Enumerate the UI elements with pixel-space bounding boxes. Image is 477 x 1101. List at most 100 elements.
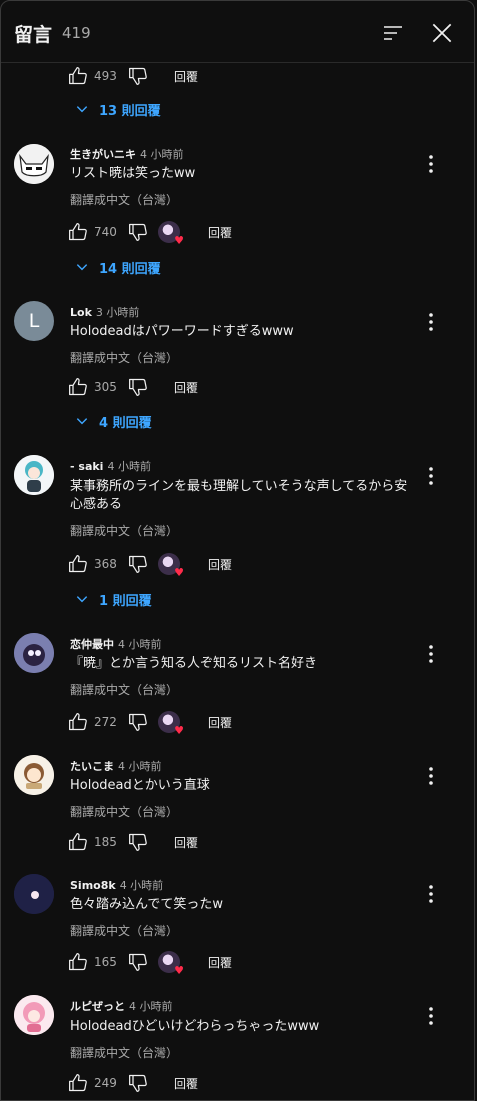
more-options-icon[interactable] <box>419 152 443 176</box>
comments-panel: 留言 419 493 回覆 13 則回覆 生きがいニキ 4 小時前 リスト暁は笑… <box>0 0 475 1101</box>
view-replies-toggle[interactable]: 1 則回覆 <box>75 589 152 609</box>
dislike-icon[interactable] <box>128 1073 148 1093</box>
reply-button[interactable]: 回覆 <box>174 1075 198 1092</box>
more-options-icon[interactable] <box>419 882 443 906</box>
comment-time[interactable]: 4 小時前 <box>140 148 184 161</box>
more-options-icon[interactable] <box>419 310 443 334</box>
avatar[interactable] <box>14 633 54 673</box>
avatar[interactable] <box>14 995 54 1035</box>
more-options-icon[interactable] <box>419 764 443 788</box>
like-count: 493 <box>94 69 117 83</box>
character-avatar-icon <box>14 874 54 914</box>
translate-link[interactable]: 翻譯成中文（台灣） <box>70 803 178 820</box>
comment-author[interactable]: たいこま <box>70 760 114 773</box>
translate-link[interactable]: 翻譯成中文（台灣） <box>70 681 178 698</box>
top-thread-actions: 493 回覆 <box>68 65 198 87</box>
like-icon[interactable] <box>68 952 88 972</box>
creator-heart-badge: ♥ <box>158 221 184 246</box>
like-icon[interactable] <box>68 377 88 397</box>
character-avatar-icon <box>14 633 54 673</box>
heart-icon: ♥ <box>174 566 184 579</box>
like-count: 272 <box>94 715 117 729</box>
like-icon[interactable] <box>68 222 88 242</box>
comment-time[interactable]: 3 小時前 <box>96 306 140 319</box>
comment-author[interactable]: Simo8k <box>70 879 116 892</box>
like-icon[interactable] <box>68 1073 88 1093</box>
dislike-icon[interactable] <box>128 66 148 86</box>
more-options-icon[interactable] <box>419 464 443 488</box>
reply-button[interactable]: 回覆 <box>174 379 198 396</box>
comment-actions: 740 ♥ 回覆 <box>68 221 232 246</box>
comment-text: Holodeadひどいけどわらっちゃったwww <box>70 1019 320 1034</box>
comment-time[interactable]: 4 小時前 <box>120 879 164 892</box>
comment-actions: 305 回覆 <box>68 376 198 398</box>
dislike-icon[interactable] <box>128 712 148 732</box>
sort-icon[interactable] <box>381 21 405 45</box>
dislike-icon[interactable] <box>128 222 148 242</box>
cat-avatar-icon <box>14 144 54 184</box>
translate-link[interactable]: 翻譯成中文（台灣） <box>70 922 178 939</box>
comment-actions: 185 回覆 <box>68 831 198 853</box>
chevron-down-icon <box>76 596 88 603</box>
comment-actions: 165 ♥ 回覆 <box>68 951 232 977</box>
chevron-down-icon <box>76 106 88 113</box>
comment-text: 色々踏み込んでて笑ったw <box>70 897 223 912</box>
comment-time[interactable]: 4 小時前 <box>129 1000 173 1013</box>
comment-time[interactable]: 4 小時前 <box>107 460 151 473</box>
heart-icon: ♥ <box>174 724 184 737</box>
comment-author[interactable]: 生きがいニキ <box>70 148 136 161</box>
reply-button[interactable]: 回覆 <box>208 954 232 971</box>
heart-icon: ♥ <box>174 964 184 977</box>
translate-link[interactable]: 翻譯成中文（台灣） <box>70 349 178 366</box>
more-options-icon[interactable] <box>419 642 443 666</box>
avatar[interactable] <box>14 755 54 795</box>
like-icon[interactable] <box>68 554 88 574</box>
avatar-letter: L <box>28 310 40 332</box>
dislike-icon[interactable] <box>128 377 148 397</box>
view-replies-toggle[interactable]: 14 則回覆 <box>75 257 161 277</box>
translate-link[interactable]: 翻譯成中文（台灣） <box>70 191 178 208</box>
panel-title: 留言 <box>14 24 53 46</box>
translate-link[interactable]: 翻譯成中文（台灣） <box>70 522 178 539</box>
like-count: 165 <box>94 955 117 969</box>
like-count: 740 <box>94 225 117 239</box>
view-replies-toggle[interactable]: 4 則回覆 <box>75 411 152 431</box>
reply-button[interactable]: 回覆 <box>208 714 232 731</box>
view-replies-toggle[interactable]: 13 則回覆 <box>75 99 161 119</box>
dislike-icon[interactable] <box>128 952 148 972</box>
heart-icon: ♥ <box>174 234 184 247</box>
like-icon[interactable] <box>68 832 88 852</box>
like-icon[interactable] <box>68 66 88 86</box>
dislike-icon[interactable] <box>128 832 148 852</box>
reply-button[interactable]: 回覆 <box>174 834 198 851</box>
comment-text: リスト暁は笑ったww <box>70 166 196 181</box>
creator-heart-badge: ♥ <box>158 711 184 736</box>
comment-actions: 368 ♥ 回覆 <box>68 553 232 579</box>
comment-author[interactable]: ルピぜっと <box>70 1000 125 1013</box>
comment-actions: 272 ♥ 回覆 <box>68 711 232 736</box>
comment-author[interactable]: 恋仲最中 <box>70 638 114 651</box>
avatar[interactable] <box>14 144 54 184</box>
like-count: 305 <box>94 380 117 394</box>
character-avatar-icon <box>14 755 54 795</box>
more-options-icon[interactable] <box>419 1004 443 1028</box>
like-count: 185 <box>94 835 117 849</box>
reply-button[interactable]: 回覆 <box>174 68 198 85</box>
dislike-icon[interactable] <box>128 554 148 574</box>
comment-text: Holodeadとかいう直球 <box>70 778 210 793</box>
reply-button[interactable]: 回覆 <box>208 224 232 241</box>
comment-author[interactable]: Lok <box>70 306 92 319</box>
like-icon[interactable] <box>68 712 88 732</box>
replies-count-label: 1 則回覆 <box>99 593 152 609</box>
avatar[interactable] <box>14 455 54 495</box>
close-icon[interactable] <box>429 20 455 46</box>
comment-text: 某事務所のラインを最も理解していそうな声してるから安心感ある <box>70 479 408 512</box>
avatar[interactable] <box>14 874 54 914</box>
avatar[interactable]: L <box>14 301 54 341</box>
reply-button[interactable]: 回覆 <box>208 556 232 573</box>
translate-link[interactable]: 翻譯成中文（台灣） <box>70 1044 178 1061</box>
like-count: 249 <box>94 1076 117 1090</box>
comment-time[interactable]: 4 小時前 <box>118 760 162 773</box>
comment-author[interactable]: - saki <box>70 460 103 473</box>
comment-time[interactable]: 4 小時前 <box>118 638 162 651</box>
